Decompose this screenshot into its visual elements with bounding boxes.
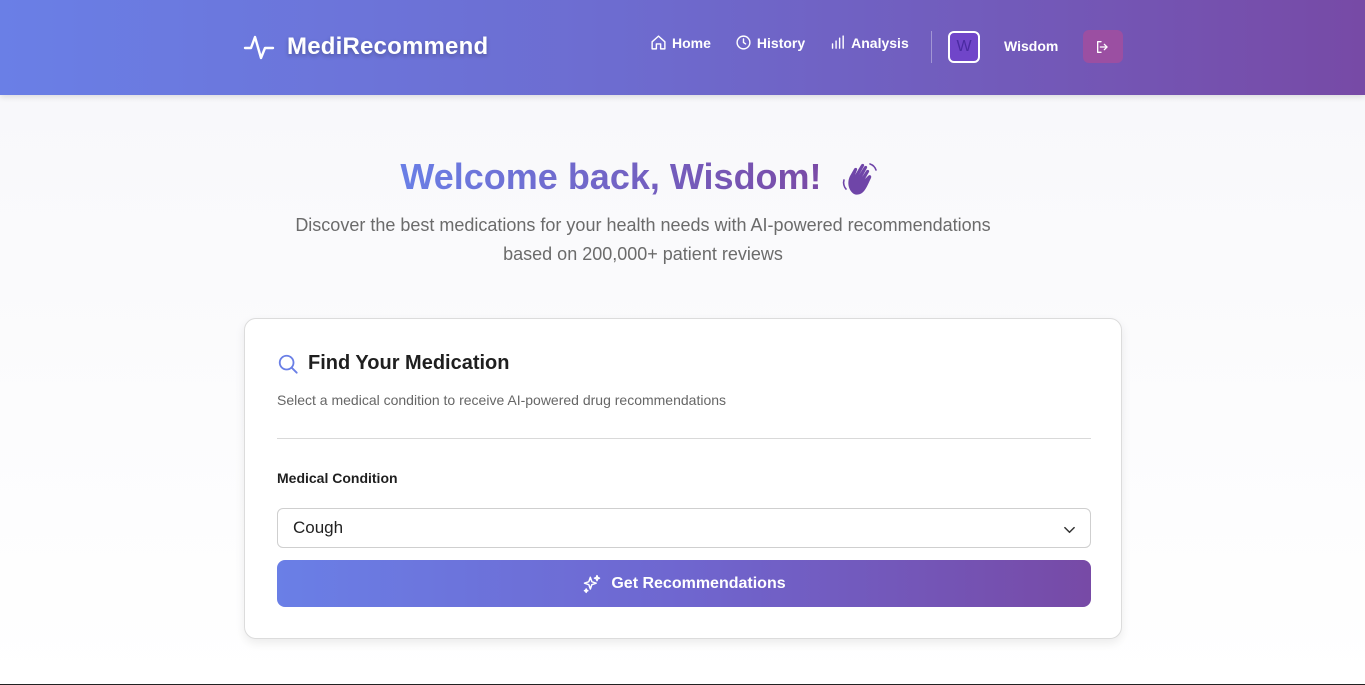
nav-analysis-label: Analysis — [851, 34, 909, 51]
nav-history-label: History — [756, 34, 806, 51]
nav-home[interactable]: Home — [650, 34, 711, 51]
chevron-down-icon — [1064, 526, 1075, 534]
waving-hand-icon — [842, 163, 877, 196]
subtitle-line-1: Discover the best medications for your h… — [295, 215, 991, 235]
card-title: Find Your Medication — [308, 352, 510, 374]
condition-select-value: Cough — [293, 518, 344, 537]
home-icon — [651, 35, 666, 50]
subtitle-line-2: based on 200,000+ patient reviews — [503, 244, 783, 264]
search-icon — [278, 354, 298, 374]
nav-home-label: Home — [672, 34, 711, 51]
welcome-text: Welcome back, Wisdom! — [400, 156, 822, 197]
welcome-heading: Welcome back, Wisdom! — [0, 156, 1280, 198]
condition-select[interactable]: Cough — [277, 508, 1091, 548]
nav-analysis[interactable]: Analysis — [829, 34, 909, 51]
heartbeat-icon — [243, 35, 275, 60]
username: Wisdom — [1004, 38, 1059, 54]
main-nav: Home History Analysis — [650, 34, 933, 51]
welcome-subtitle: Discover the best medications for your h… — [253, 211, 1033, 269]
divider — [277, 438, 1091, 439]
logout-button[interactable] — [1083, 30, 1123, 63]
get-recommendations-button[interactable]: Get Recommendations — [277, 560, 1091, 607]
find-medication-card: Find Your Medication Select a medical co… — [244, 318, 1122, 639]
condition-label: Medical Condition — [277, 470, 398, 486]
card-description: Select a medical condition to receive AI… — [277, 392, 727, 408]
bar-chart-icon — [831, 35, 845, 49]
nav-divider — [931, 31, 932, 63]
brand[interactable]: MediRecommend — [243, 30, 488, 64]
logout-icon — [1097, 40, 1108, 53]
avatar[interactable]: W — [948, 31, 980, 63]
top-navbar: MediRecommend Home History Analysis W Wi… — [0, 0, 1365, 95]
get-recommendations-label: Get Recommendations — [611, 574, 786, 592]
sparkles-icon — [584, 574, 601, 593]
nav-history[interactable]: History — [735, 34, 805, 51]
clock-icon — [736, 35, 751, 50]
card-header: Find Your Medication — [277, 352, 509, 375]
brand-name: MediRecommend — [287, 33, 489, 60]
